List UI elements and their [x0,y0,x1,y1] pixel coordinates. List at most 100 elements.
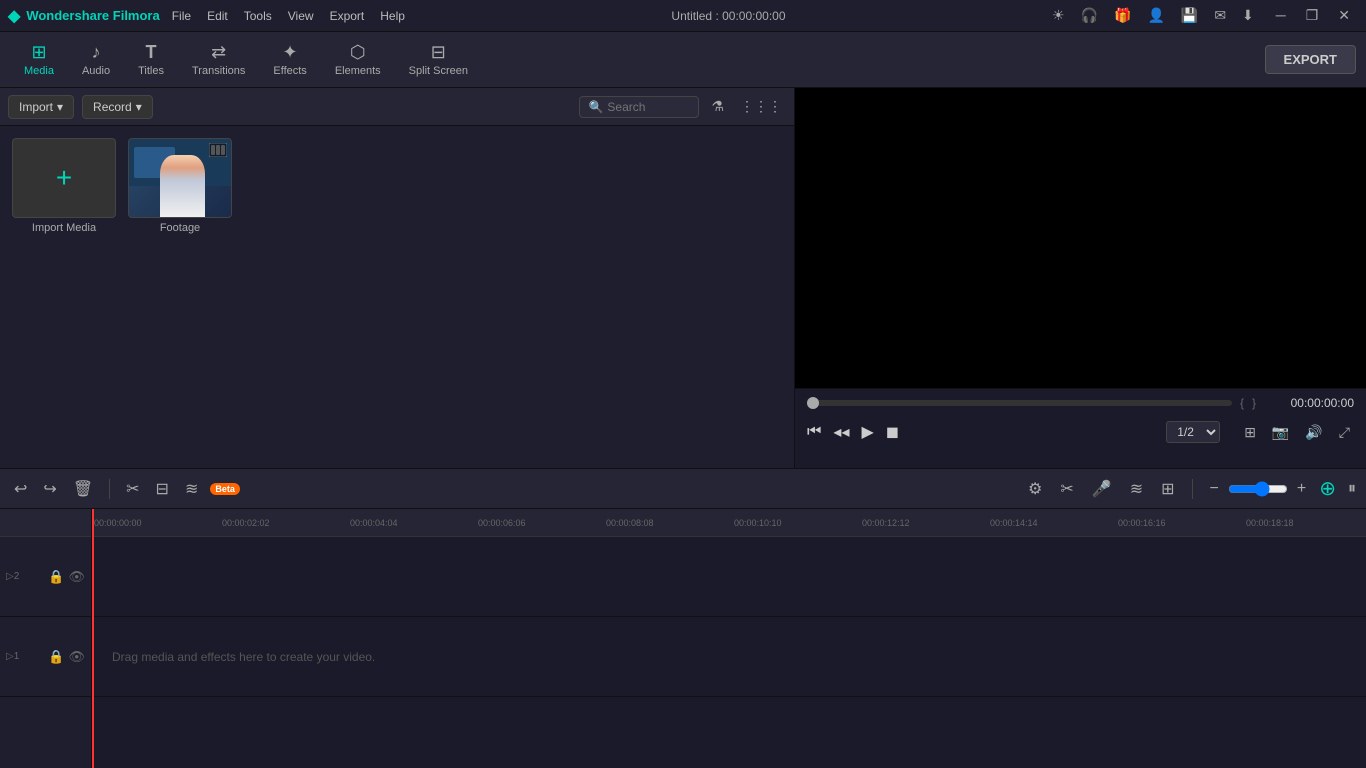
import-media-item[interactable]: + Import Media [12,138,116,234]
search-icon: 🔍 [588,100,603,114]
preview-progress: { } 00:00:00:00 [795,389,1366,417]
track-1-header: ▷1 🔒 👁 [0,617,91,697]
tl-crop-icon[interactable]: ⊞ [1156,477,1179,501]
menu-export[interactable]: Export [330,9,365,23]
track-1-row: Drag media and effects here to create yo… [92,617,1366,697]
volume-icon[interactable]: 🔊 [1301,422,1326,443]
zoom-controls: − + [1205,478,1312,500]
stop-button[interactable]: ◼ [886,422,899,442]
close-button[interactable]: ✕ [1332,5,1356,26]
footage-clip-icon [209,143,227,157]
beta-badge: Beta [210,483,240,495]
bracket-close: } [1252,396,1256,410]
track-1-lock-icon[interactable]: 🔒 [48,649,64,665]
tool-effects[interactable]: ✦ Effects [259,38,320,81]
import-dropdown[interactable]: Import ▾ [8,95,74,119]
screenshot-icon[interactable]: 📷 [1268,422,1293,443]
filter-icon[interactable]: ⚗ [707,96,728,117]
app-name: Wondershare Filmora [26,8,159,23]
separator-1 [109,479,110,499]
save-icon[interactable]: 💾 [1181,7,1198,24]
track-2-label: ▷2 [0,571,19,582]
ruler-mark-2: 00:00:04:04 [350,518,398,528]
redo-button[interactable]: ↪ [39,477,60,501]
tool-audio-label: Audio [82,65,110,77]
step-back-button[interactable]: ⏮ [807,423,821,441]
track-2-header: ▷2 🔒 👁 [0,537,91,617]
track-headers: ▷2 🔒 👁 ▷1 🔒 👁 [0,509,92,768]
tl-clip-icon[interactable]: ✂ [1055,477,1078,501]
progress-bar[interactable] [807,400,1232,406]
export-button[interactable]: EXPORT [1265,45,1356,74]
track-2-lock-icon[interactable]: 🔒 [48,569,64,585]
separator-2 [1192,479,1193,499]
tool-transitions[interactable]: ⇄ Transitions [178,38,259,81]
footage-label: Footage [160,222,200,234]
frame-back-button[interactable]: ◂◂ [833,422,849,442]
record-label: Record [93,100,132,114]
preview-controls: { } 00:00:00:00 ⏮ ◂◂ ▶ ◼ 1/2 1/4 Full ⊞ … [795,388,1366,468]
tool-elements[interactable]: ⬡ Elements [321,38,395,81]
titlebar: ◆ Wondershare Filmora File Edit Tools Vi… [0,0,1366,32]
tl-settings-icon[interactable]: ⚙ [1023,477,1047,501]
play-button[interactable]: ▶ [861,422,873,442]
undo-button[interactable]: ↩ [10,477,31,501]
ruler-mark-9: 00:00:18:18 [1246,518,1294,528]
preview-timestamp: 00:00:00:00 [1264,396,1354,410]
sun-icon[interactable]: ☀ [1052,7,1065,24]
track-1-label: ▷1 [0,651,19,662]
audio-settings-button[interactable]: ≋ [181,477,202,501]
expand-icon[interactable]: ⤢ [1335,422,1354,443]
plus-icon: + [56,162,72,194]
tl-mic-icon[interactable]: 🎤 [1087,477,1117,501]
add-track-button[interactable]: ⊕ [1319,476,1336,501]
track-2-playhead [92,537,94,616]
menu-tools[interactable]: Tools [244,9,272,23]
mail-icon[interactable]: ✉ [1214,7,1226,24]
track-1-visible-icon[interactable]: 👁 [68,649,85,665]
grid-view-icon[interactable]: ⋮⋮⋮ [736,96,786,117]
track-2-visible-icon[interactable]: 👁 [68,569,85,585]
menu-help[interactable]: Help [380,9,405,23]
download-icon[interactable]: ⬇ [1242,7,1254,24]
progress-thumb[interactable] [807,397,819,409]
titlebar-menu: File Edit Tools View Export Help [172,9,405,23]
search-box[interactable]: 🔍 [579,96,699,118]
zoom-slider[interactable] [1228,481,1288,497]
record-dropdown[interactable]: Record ▾ [82,95,153,119]
ruler-mark-7: 00:00:14:14 [990,518,1038,528]
split-button[interactable]: ⊟ [152,477,173,501]
menu-edit[interactable]: Edit [207,9,228,23]
zoom-out-button[interactable]: − [1205,478,1224,500]
import-media-thumb[interactable]: + [12,138,116,218]
quality-select[interactable]: 1/2 1/4 Full [1166,421,1220,443]
delete-button[interactable]: 🗑 [69,477,97,501]
tool-titles[interactable]: T Titles [124,38,178,81]
minimize-button[interactable]: ─ [1270,5,1292,26]
tool-media[interactable]: ⊞ Media [10,38,68,81]
bracket-open: { [1240,396,1244,410]
menu-file[interactable]: File [172,9,191,23]
project-title: Untitled : 00:00:00:00 [671,9,785,23]
tool-audio[interactable]: ♪ Audio [68,38,124,81]
headphone-icon[interactable]: 🎧 [1081,7,1098,24]
footage-item[interactable]: Footage [128,138,232,234]
fullscreen-icon[interactable]: ⊞ [1240,422,1260,443]
gift-icon[interactable]: 🎁 [1114,7,1131,24]
footage-thumb[interactable] [128,138,232,218]
timeline-pause-button[interactable]: ⏸ [1348,480,1356,498]
cut-button[interactable]: ✂ [122,477,143,501]
user-icon[interactable]: 👤 [1147,7,1164,24]
tl-audio-wave-icon[interactable]: ≋ [1125,477,1148,501]
main-layout: Import ▾ Record ▾ 🔍 ⚗ ⋮⋮⋮ + Import Media [0,88,1366,468]
tool-titles-label: Titles [138,65,164,77]
zoom-in-button[interactable]: + [1292,478,1311,500]
search-input[interactable] [607,100,687,114]
menu-view[interactable]: View [288,9,314,23]
ruler-mark-0: 00:00:00:00 [94,518,142,528]
effects-icon: ✦ [283,42,298,63]
timeline-area: ↩ ↪ 🗑 ✂ ⊟ ≋ Beta ⚙ ✂ 🎤 ≋ ⊞ − + ⊕ ⏸ [0,468,1366,768]
maximize-button[interactable]: ❐ [1300,5,1325,26]
titles-icon: T [146,42,157,63]
tool-splitscreen[interactable]: ⊟ Split Screen [395,38,482,81]
